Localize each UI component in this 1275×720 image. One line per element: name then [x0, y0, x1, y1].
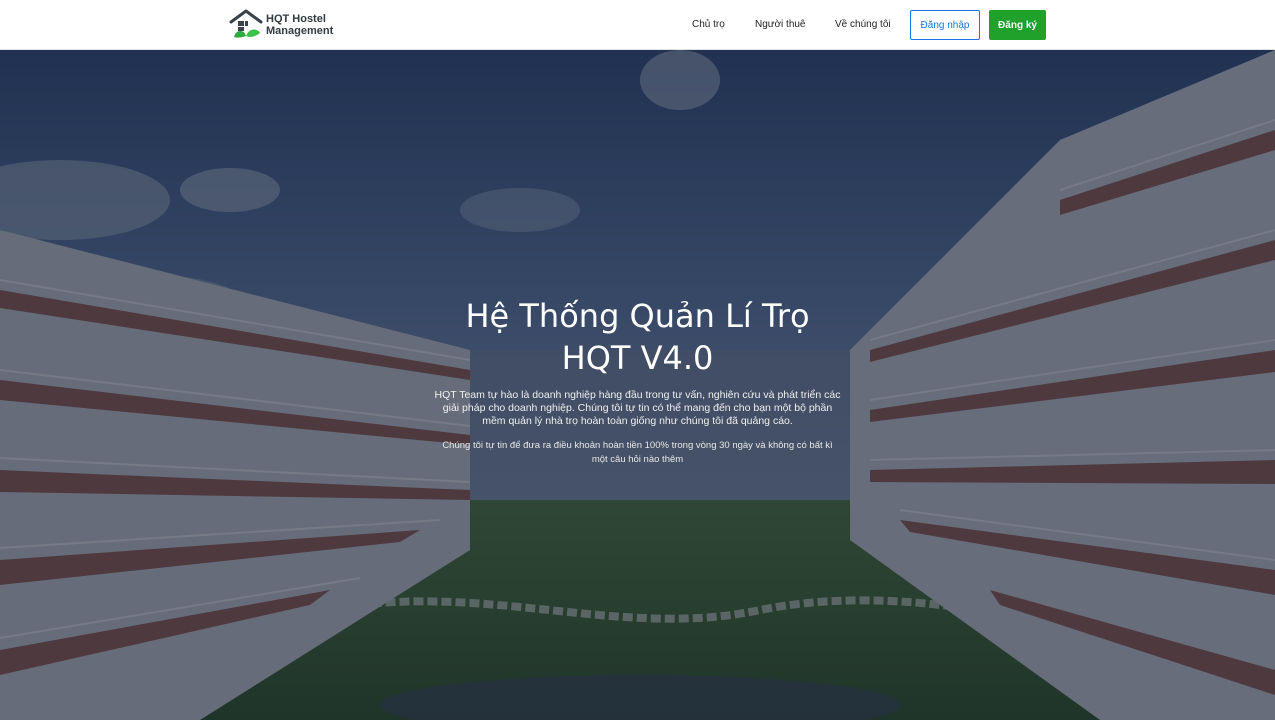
house-leaf-logo-icon	[228, 9, 264, 41]
login-button[interactable]: Đăng nhập	[910, 10, 980, 40]
brand-line1: HQT Hostel	[266, 13, 326, 25]
hero-section: Hệ Thống Quản Lí Trọ HQT V4.0 HQT Team t…	[0, 50, 1275, 720]
register-button[interactable]: Đăng ký	[989, 10, 1046, 40]
nav-link-ve-chung-toi[interactable]: Về chúng tôi	[835, 19, 891, 30]
brand-logo[interactable]: HQT Hostel Management	[228, 8, 348, 42]
nav-link-nguoi-thue[interactable]: Người thuê	[755, 19, 806, 30]
nav-link-chu-tro[interactable]: Chủ trọ	[692, 19, 725, 30]
hero-title-line1: Hệ Thống Quản Lí Trọ	[465, 297, 810, 335]
hero-refund-note: Chúng tôi tự tin để đưa ra điều khoản ho…	[442, 440, 833, 465]
hero-title: Hệ Thống Quản Lí Trọ HQT V4.0	[430, 295, 845, 379]
brand-name: HQT Hostel Management	[266, 13, 333, 37]
hero-description: HQT Team tự hào là doanh nghiệp hàng đầu…	[434, 389, 841, 427]
hero-title-line2: HQT V4.0	[561, 339, 714, 377]
hero-content: Hệ Thống Quản Lí Trọ HQT V4.0 HQT Team t…	[430, 295, 845, 467]
brand-line2: Management	[266, 25, 334, 37]
navbar: HQT Hostel Management Chủ trọ Người thuê…	[0, 0, 1275, 50]
